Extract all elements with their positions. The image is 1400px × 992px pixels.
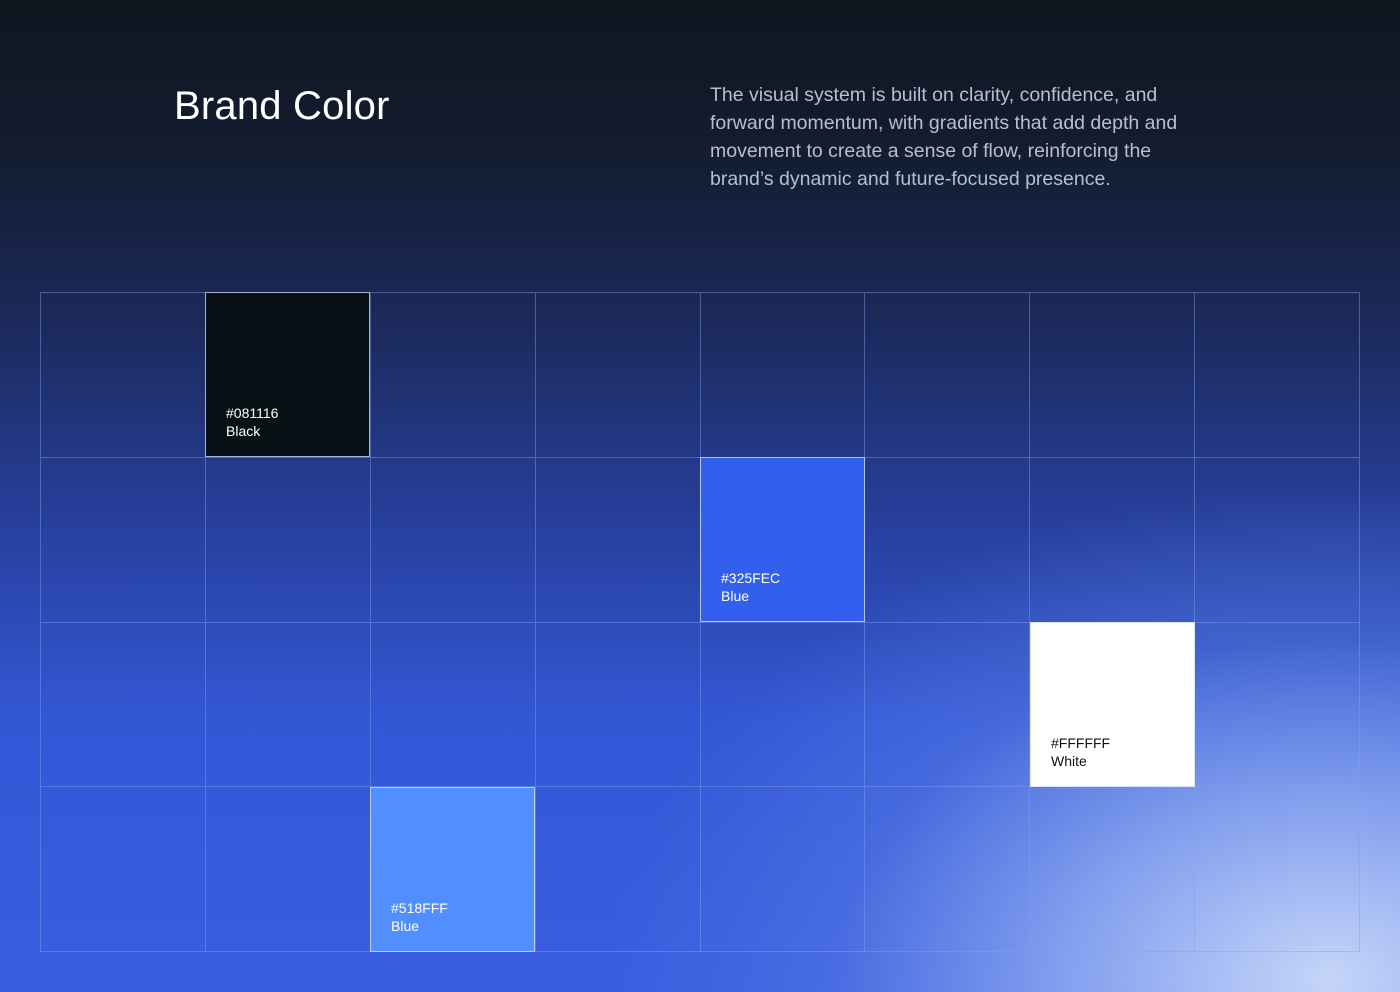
grid-cell (205, 622, 371, 788)
grid-cell (1030, 293, 1196, 458)
grid-cell (700, 787, 866, 952)
swatch-black: #081116 Black (205, 292, 370, 457)
swatch-hex-label: #518FFF (391, 900, 448, 916)
grid-cell (1030, 787, 1196, 952)
grid-cell (205, 787, 371, 952)
grid-cell (1195, 622, 1360, 788)
grid-cell (865, 787, 1031, 952)
grid-cell (41, 622, 206, 788)
swatch-white: #FFFFFF White (1030, 622, 1195, 787)
grid-cell (370, 622, 536, 788)
grid-cell (865, 622, 1031, 788)
grid-cell (535, 457, 701, 623)
swatch-hex-label: #FFFFFF (1051, 735, 1111, 751)
grid-cell (41, 787, 206, 952)
grid-cell (535, 622, 701, 788)
grid-cell (1195, 293, 1360, 458)
grid-cell (700, 293, 866, 458)
swatch-hex-label: #325FEC (721, 570, 781, 586)
grid-cell (370, 293, 536, 458)
grid-cell (865, 457, 1031, 623)
grid-cell (41, 293, 206, 458)
grid-cell (205, 457, 371, 623)
grid-cell (41, 457, 206, 623)
grid-cell (1030, 457, 1196, 623)
grid-cell (535, 293, 701, 458)
swatch-hex-label: #081116 (226, 405, 279, 421)
grid-cell (370, 457, 536, 623)
swatch-blue-primary: #325FEC Blue (700, 457, 865, 622)
grid-cell (1195, 787, 1360, 952)
page-title: Brand Color (174, 84, 390, 128)
swatch-name-label: Black (226, 423, 261, 439)
swatch-blue-light: #518FFF Blue (370, 787, 535, 952)
swatch-name-label: Blue (721, 588, 750, 604)
grid-cell (1195, 457, 1360, 623)
page-description: The visual system is built on clarity, c… (710, 84, 1178, 190)
grid-cell (700, 622, 866, 788)
grid-cell (865, 293, 1031, 458)
swatch-name-label: White (1051, 753, 1087, 769)
grid-cell (535, 787, 701, 952)
swatch-name-label: Blue (391, 918, 420, 934)
